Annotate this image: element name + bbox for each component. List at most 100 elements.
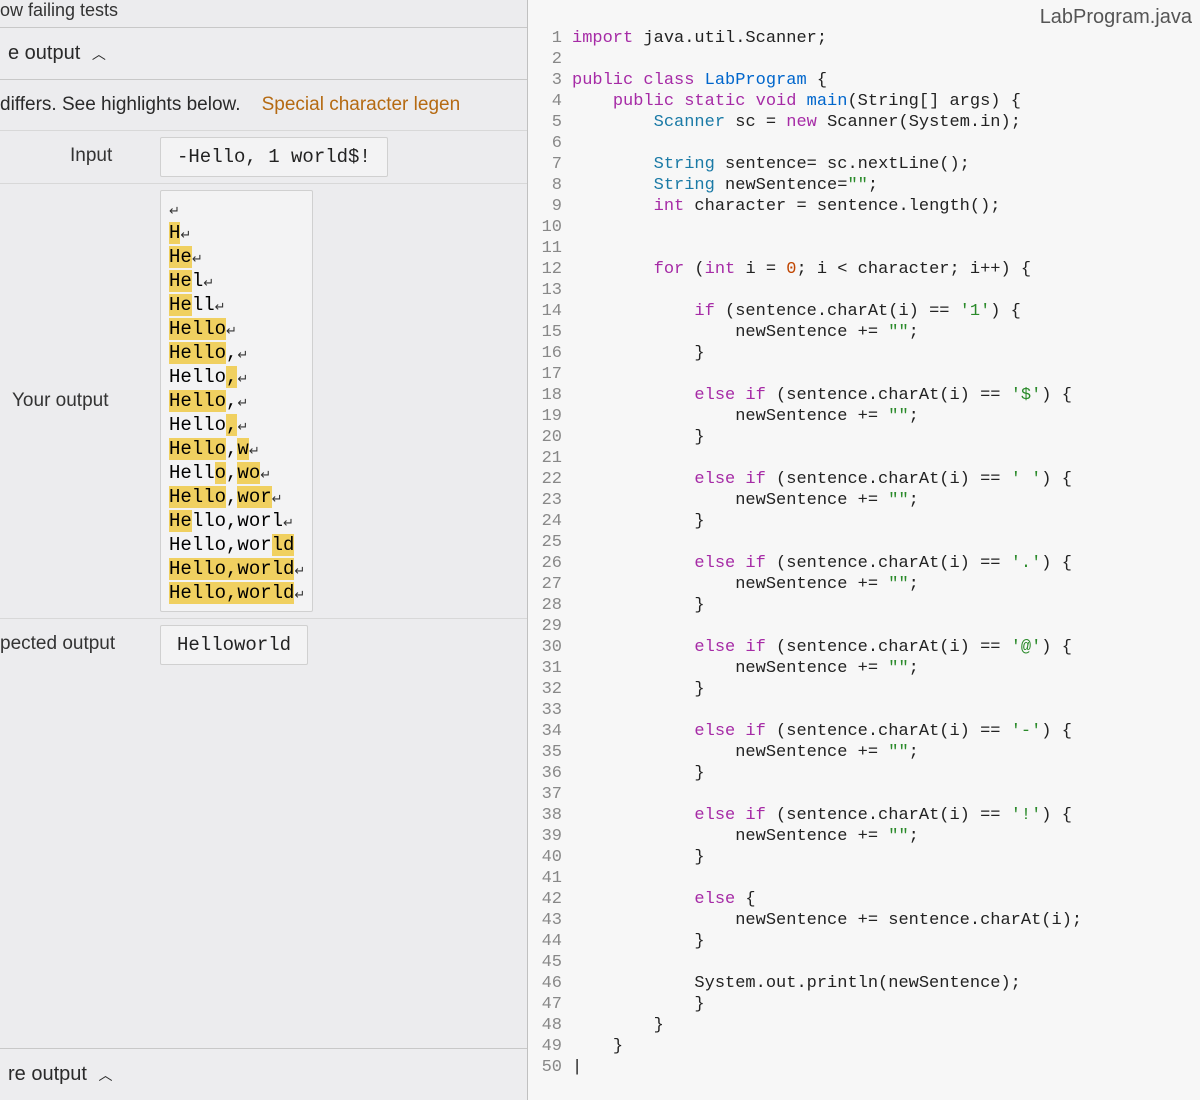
line-number: 20 — [536, 427, 562, 448]
output-line: Hello,world — [169, 581, 304, 605]
line-number: 40 — [536, 847, 562, 868]
code-line: } — [572, 427, 1200, 448]
newline-icon — [237, 366, 247, 380]
line-number: 17 — [536, 364, 562, 385]
newline-icon — [294, 582, 304, 596]
code-line — [572, 364, 1200, 385]
line-number: 15 — [536, 322, 562, 343]
newline-icon — [203, 270, 213, 284]
code-line: String newSentence=""; — [572, 175, 1200, 196]
line-number: 22 — [536, 469, 562, 490]
code-line — [572, 616, 1200, 637]
newline-icon — [260, 462, 270, 476]
newline-icon — [226, 318, 236, 332]
line-number: 41 — [536, 868, 562, 889]
output-line: H — [169, 221, 304, 245]
line-number: 49 — [536, 1036, 562, 1057]
code-line: else if (sentence.charAt(i) == '@') { — [572, 637, 1200, 658]
output-line: Hello,worl — [169, 509, 304, 533]
output-line: Hello,wo — [169, 461, 304, 485]
code-line: } — [572, 1036, 1200, 1057]
chevron-up-icon: ︿ — [92, 44, 106, 64]
expected-output-label: pected output — [0, 625, 150, 655]
expected-output-value: Helloworld — [160, 625, 308, 665]
code-line: newSentence += ""; — [572, 406, 1200, 427]
line-number: 30 — [536, 637, 562, 658]
newline-icon — [272, 486, 282, 500]
line-number: 24 — [536, 511, 562, 532]
output-line: Hello, — [169, 365, 304, 389]
code-editor[interactable]: 1234567891011121314151617181920212223242… — [528, 0, 1200, 1078]
differs-text: differs. See highlights below. — [0, 94, 240, 115]
code-line: | — [572, 1057, 1200, 1078]
output-line: Hello,world — [169, 533, 304, 557]
top-fragment-text: ow failing tests — [0, 0, 527, 27]
line-number: 4 — [536, 91, 562, 112]
code-line: import java.util.Scanner; — [572, 28, 1200, 49]
newline-icon — [237, 414, 247, 428]
code-line: newSentence += ""; — [572, 826, 1200, 847]
code-line: else if (sentence.charAt(i) == '-') { — [572, 721, 1200, 742]
line-number: 35 — [536, 742, 562, 763]
line-number: 7 — [536, 154, 562, 175]
filename-label: LabProgram.java — [1040, 6, 1192, 29]
compare-output-label: e output — [8, 42, 80, 64]
newline-icon — [283, 510, 293, 524]
newline-icon — [180, 222, 190, 236]
code-line — [572, 532, 1200, 553]
compare-output-section[interactable]: e output ︿ — [0, 27, 527, 79]
newline-icon — [192, 246, 202, 260]
code-line — [572, 952, 1200, 973]
code-line — [572, 448, 1200, 469]
code-content[interactable]: import java.util.Scanner; public class L… — [572, 28, 1200, 1078]
line-number: 25 — [536, 532, 562, 553]
line-number: 39 — [536, 826, 562, 847]
line-number: 1 — [536, 28, 562, 49]
special-char-legend-link[interactable]: Special character legen — [262, 94, 461, 115]
line-number: 11 — [536, 238, 562, 259]
re-output-section[interactable]: re output ︿ — [0, 1048, 527, 1100]
code-line — [572, 700, 1200, 721]
newline-icon — [237, 390, 247, 404]
line-number: 3 — [536, 70, 562, 91]
test-results-panel: ow failing tests e output ︿ differs. See… — [0, 0, 528, 1100]
code-line: } — [572, 595, 1200, 616]
line-number: 27 — [536, 574, 562, 595]
line-number: 21 — [536, 448, 562, 469]
line-number: 18 — [536, 385, 562, 406]
line-number: 33 — [536, 700, 562, 721]
line-number: 42 — [536, 889, 562, 910]
line-number: 13 — [536, 280, 562, 301]
output-line: He — [169, 245, 304, 269]
code-line: newSentence += sentence.charAt(i); — [572, 910, 1200, 931]
line-number: 34 — [536, 721, 562, 742]
differs-row: differs. See highlights below. Special c… — [0, 79, 527, 130]
line-number: 19 — [536, 406, 562, 427]
newline-icon — [249, 438, 259, 452]
line-number: 38 — [536, 805, 562, 826]
line-number: 37 — [536, 784, 562, 805]
line-number: 26 — [536, 553, 562, 574]
output-line — [169, 197, 304, 221]
code-line: newSentence += ""; — [572, 574, 1200, 595]
line-number: 47 — [536, 994, 562, 1015]
code-line: newSentence += ""; — [572, 658, 1200, 679]
chevron-up-icon: ︿ — [99, 1065, 113, 1085]
code-line: else if (sentence.charAt(i) == '.') { — [572, 553, 1200, 574]
code-line — [572, 784, 1200, 805]
output-line: Hello — [169, 317, 304, 341]
code-line: else if (sentence.charAt(i) == ' ') { — [572, 469, 1200, 490]
newline-icon — [294, 558, 304, 572]
output-line: Hello, — [169, 413, 304, 437]
line-number: 9 — [536, 196, 562, 217]
your-output-row: Your output HHeHelHellHelloHello,Hello,H… — [0, 183, 527, 618]
code-line: newSentence += ""; — [572, 490, 1200, 511]
input-row: Input -Hello, 1 world$! — [0, 130, 527, 183]
code-line — [572, 49, 1200, 70]
line-number: 14 — [536, 301, 562, 322]
output-line: Hello, — [169, 341, 304, 365]
code-editor-panel: LabProgram.java 123456789101112131415161… — [528, 0, 1200, 1100]
code-line: else { — [572, 889, 1200, 910]
code-line: else if (sentence.charAt(i) == '!') { — [572, 805, 1200, 826]
output-line: Hello,world — [169, 557, 304, 581]
